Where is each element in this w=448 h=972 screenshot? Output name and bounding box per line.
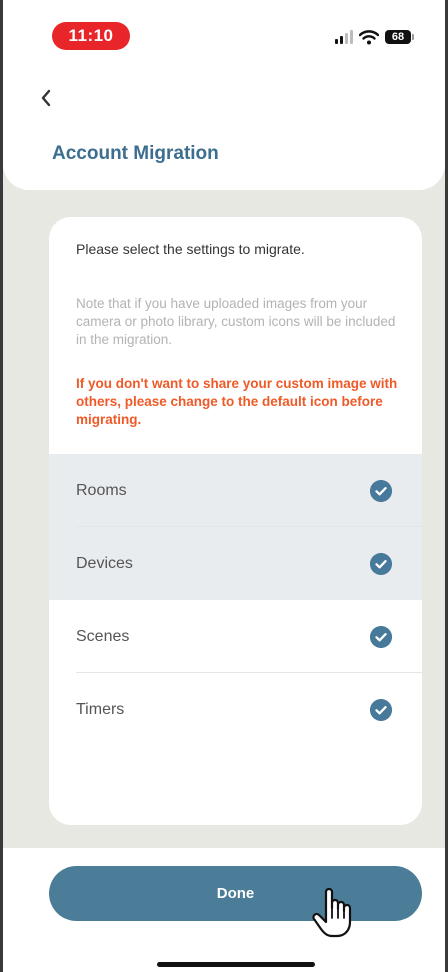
battery-icon: 68 [385,30,414,44]
note-text: Note that if you have uploaded images fr… [76,296,396,347]
warning-text: If you don't want to share your custom i… [76,376,398,427]
option-label: Timers [76,701,125,718]
option-label: Rooms [76,482,127,499]
home-indicator [157,962,315,967]
option-devices[interactable]: Devices [49,527,422,600]
check-icon[interactable] [370,699,392,721]
check-icon[interactable] [370,480,392,502]
option-scenes[interactable]: Scenes [49,600,422,673]
option-rooms[interactable]: Rooms [49,454,422,527]
hand-pointer-cursor-icon [312,887,352,938]
settings-option-list: Rooms Devices Scenes Timers [49,454,422,746]
cellular-signal-icon [335,30,353,44]
intro-text: Please select the settings to migrate. [76,241,305,257]
done-button[interactable]: Done [49,866,422,921]
page-title: Account Migration [52,143,219,164]
check-icon[interactable] [370,553,392,575]
option-label: Scenes [76,628,130,645]
migration-settings-card: Please select the settings to migrate. N… [49,217,422,825]
back-button[interactable] [35,86,59,110]
wifi-icon [359,29,379,44]
option-timers[interactable]: Timers [49,673,422,746]
header-card: 11:10 68 Account Migration [3,0,445,190]
option-label: Devices [76,555,133,572]
check-icon[interactable] [370,626,392,648]
status-time: 11:10 [52,22,130,50]
status-icons: 68 [335,26,414,48]
